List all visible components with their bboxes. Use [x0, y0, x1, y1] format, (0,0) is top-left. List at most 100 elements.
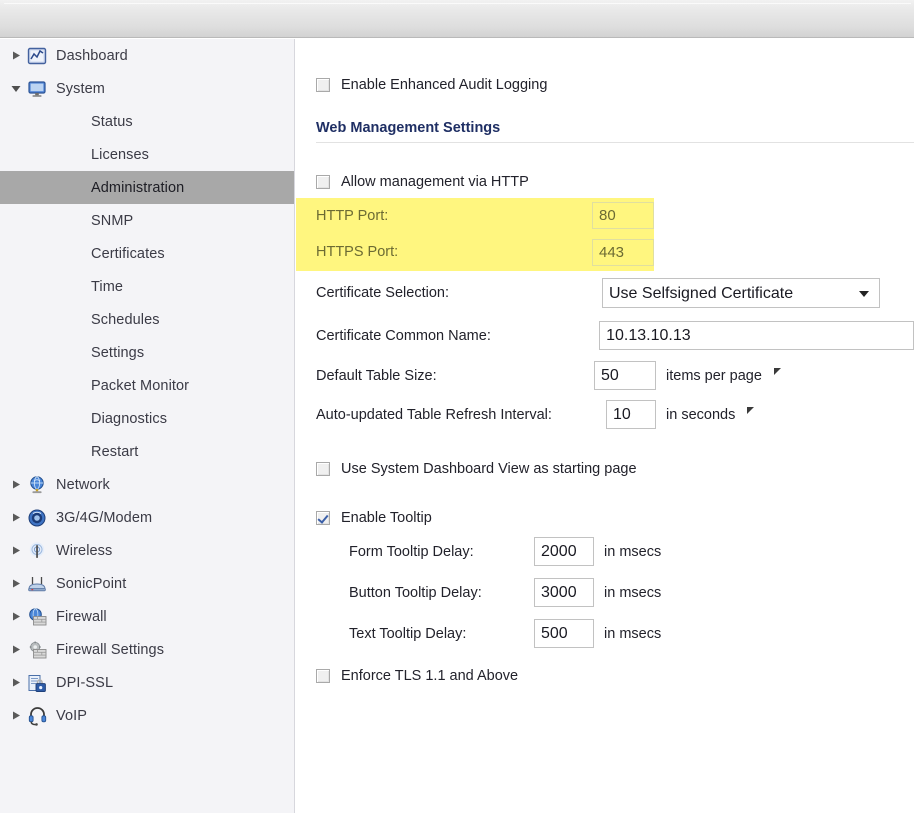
sidebar-item-label: Wireless [56, 542, 113, 559]
enforce-tls-row[interactable]: Enforce TLS 1.1 and Above [296, 668, 914, 684]
chevron-right-icon[interactable] [8, 645, 24, 654]
button-tooltip-delay-row[interactable]: Button Tooltip Delay: in msecs [296, 572, 914, 613]
sidebar-item-network[interactable]: Network [0, 468, 294, 501]
chevron-right-icon[interactable] [8, 546, 24, 555]
dashboard-chart-icon [24, 46, 50, 66]
default-table-size-row[interactable]: Default Table Size: items per page [296, 356, 914, 395]
firewall-gear-icon [24, 640, 50, 660]
sidebar-item-sonicpoint[interactable]: SonicPoint [0, 567, 294, 600]
sidebar-item-label: Restart [91, 443, 139, 460]
text-tooltip-delay-row[interactable]: Text Tooltip Delay: in msecs [296, 613, 914, 654]
enable-enhanced-audit-logging-label: Enable Enhanced Audit Logging [341, 77, 548, 93]
chevron-right-icon[interactable] [8, 678, 24, 687]
sidebar-item-wireless[interactable]: Wireless [0, 534, 294, 567]
sidebar-item-label: Licenses [91, 146, 150, 163]
sidebar-item-label: Dashboard [56, 47, 128, 64]
refresh-interval-input[interactable] [606, 400, 656, 429]
sidebar-item-label: Time [91, 278, 124, 295]
sidebar-item-label: Firewall [56, 608, 107, 625]
sidebar-item-snmp[interactable]: SNMP [0, 204, 294, 237]
chevron-down-icon[interactable] [8, 84, 24, 93]
text-tooltip-delay-suffix: in msecs [604, 625, 662, 642]
chevron-right-icon[interactable] [8, 612, 24, 621]
default-table-size-input[interactable] [594, 361, 656, 390]
form-tooltip-delay-suffix: in msecs [604, 543, 662, 560]
tooltip-marker-icon[interactable] [773, 368, 781, 375]
https-port-row[interactable]: HTTPS Port: [296, 233, 654, 271]
text-tooltip-delay-input[interactable] [534, 619, 594, 648]
sidebar-item-label: Settings [91, 344, 145, 361]
allow-management-via-http-row[interactable]: Allow management via HTTP [296, 174, 914, 190]
monitor-icon [24, 79, 50, 99]
globe-icon [24, 475, 50, 495]
enable-tooltip-label: Enable Tooltip [341, 510, 432, 526]
browser-chrome-bar [0, 0, 914, 38]
allow-management-via-http-checkbox[interactable] [316, 175, 330, 189]
sidebar-item-status[interactable]: Status [0, 105, 294, 138]
headset-icon [24, 706, 50, 726]
button-tooltip-delay-label: Button Tooltip Delay: [349, 584, 482, 601]
http-port-input[interactable] [592, 202, 654, 229]
chevron-right-icon[interactable] [8, 711, 24, 720]
form-tooltip-delay-input[interactable] [534, 537, 594, 566]
sidebar-item-dpi-ssl[interactable]: DPI-SSL [0, 666, 294, 699]
enable-tooltip-checkbox[interactable] [316, 511, 330, 525]
button-tooltip-delay-suffix: in msecs [604, 584, 662, 601]
enable-tooltip-row[interactable]: Enable Tooltip [296, 510, 914, 526]
sidebar-item-label: System [56, 80, 105, 97]
sidebar-item-time[interactable]: Time [0, 270, 294, 303]
form-tooltip-delay-label: Form Tooltip Delay: [349, 543, 474, 560]
sidebar-item-label: Certificates [91, 245, 165, 262]
sidebar-item-voip[interactable]: VoIP [0, 699, 294, 732]
sidebar-item-label: Schedules [91, 311, 160, 328]
sidebar-item-firewall-settings[interactable]: Firewall Settings [0, 633, 294, 666]
certificate-selection-dropdown-wrap[interactable]: Use Selfsigned Certificate [602, 278, 880, 308]
sidebar-item-diagnostics[interactable]: Diagnostics [0, 402, 294, 435]
sidebar-item-system[interactable]: System [0, 72, 294, 105]
text-tooltip-delay-label: Text Tooltip Delay: [349, 625, 467, 642]
sidebar-item-dashboard[interactable]: Dashboard [0, 39, 294, 72]
refresh-interval-row[interactable]: Auto-updated Table Refresh Interval: in … [296, 395, 914, 434]
sidebar-item-label: SNMP [91, 212, 134, 229]
certificate-common-name-input[interactable] [599, 321, 914, 350]
dashboard-start-page-label: Use System Dashboard View as starting pa… [341, 461, 637, 477]
sidebar-item-settings[interactable]: Settings [0, 336, 294, 369]
administration-settings-pane: Enable Enhanced Audit Logging Web Manage… [296, 39, 914, 813]
http-port-label: HTTP Port: [316, 207, 389, 224]
chevron-right-icon[interactable] [8, 480, 24, 489]
sidebar-item-modem[interactable]: 3G/4G/Modem [0, 501, 294, 534]
certificate-common-name-row[interactable]: Certificate Common Name: [296, 315, 914, 356]
sidebar-item-packet-monitor[interactable]: Packet Monitor [0, 369, 294, 402]
access-point-icon [24, 574, 50, 594]
lock-document-icon [24, 673, 50, 693]
sidebar-item-label: Firewall Settings [56, 641, 165, 658]
button-tooltip-delay-input[interactable] [534, 578, 594, 607]
certificate-selection-dropdown[interactable]: Use Selfsigned Certificate [602, 278, 880, 308]
chevron-right-icon[interactable] [8, 579, 24, 588]
http-port-row[interactable]: HTTP Port: [296, 198, 654, 233]
sidebar-item-restart[interactable]: Restart [0, 435, 294, 468]
tooltip-marker-icon[interactable] [747, 407, 755, 414]
sidebar-item-certificates[interactable]: Certificates [0, 237, 294, 270]
chevron-right-icon[interactable] [8, 51, 24, 60]
web-management-settings-heading: Web Management Settings [316, 120, 914, 143]
form-tooltip-delay-row[interactable]: Form Tooltip Delay: in msecs [296, 531, 914, 572]
enable-enhanced-audit-logging-row[interactable]: Enable Enhanced Audit Logging [296, 77, 914, 93]
dashboard-start-page-checkbox[interactable] [316, 462, 330, 476]
sidebar-item-schedules[interactable]: Schedules [0, 303, 294, 336]
allow-management-via-http-label: Allow management via HTTP [341, 174, 529, 190]
navigation-sidebar[interactable]: Dashboard System Status Licenses Adminis… [0, 39, 295, 813]
enforce-tls-checkbox[interactable] [316, 669, 330, 683]
enable-enhanced-audit-logging-checkbox[interactable] [316, 78, 330, 92]
application-window: Dashboard System Status Licenses Adminis… [0, 0, 914, 813]
sidebar-item-label: Network [56, 476, 110, 493]
dashboard-start-page-row[interactable]: Use System Dashboard View as starting pa… [296, 461, 914, 477]
chevron-right-icon[interactable] [8, 513, 24, 522]
sidebar-item-label: Diagnostics [91, 410, 168, 427]
sidebar-item-firewall[interactable]: Firewall [0, 600, 294, 633]
sidebar-item-licenses[interactable]: Licenses [0, 138, 294, 171]
https-port-label: HTTPS Port: [316, 244, 399, 260]
sidebar-item-administration[interactable]: Administration [0, 171, 294, 204]
certificate-selection-row[interactable]: Certificate Selection: Use Selfsigned Ce… [296, 271, 914, 315]
https-port-input[interactable] [592, 238, 654, 266]
